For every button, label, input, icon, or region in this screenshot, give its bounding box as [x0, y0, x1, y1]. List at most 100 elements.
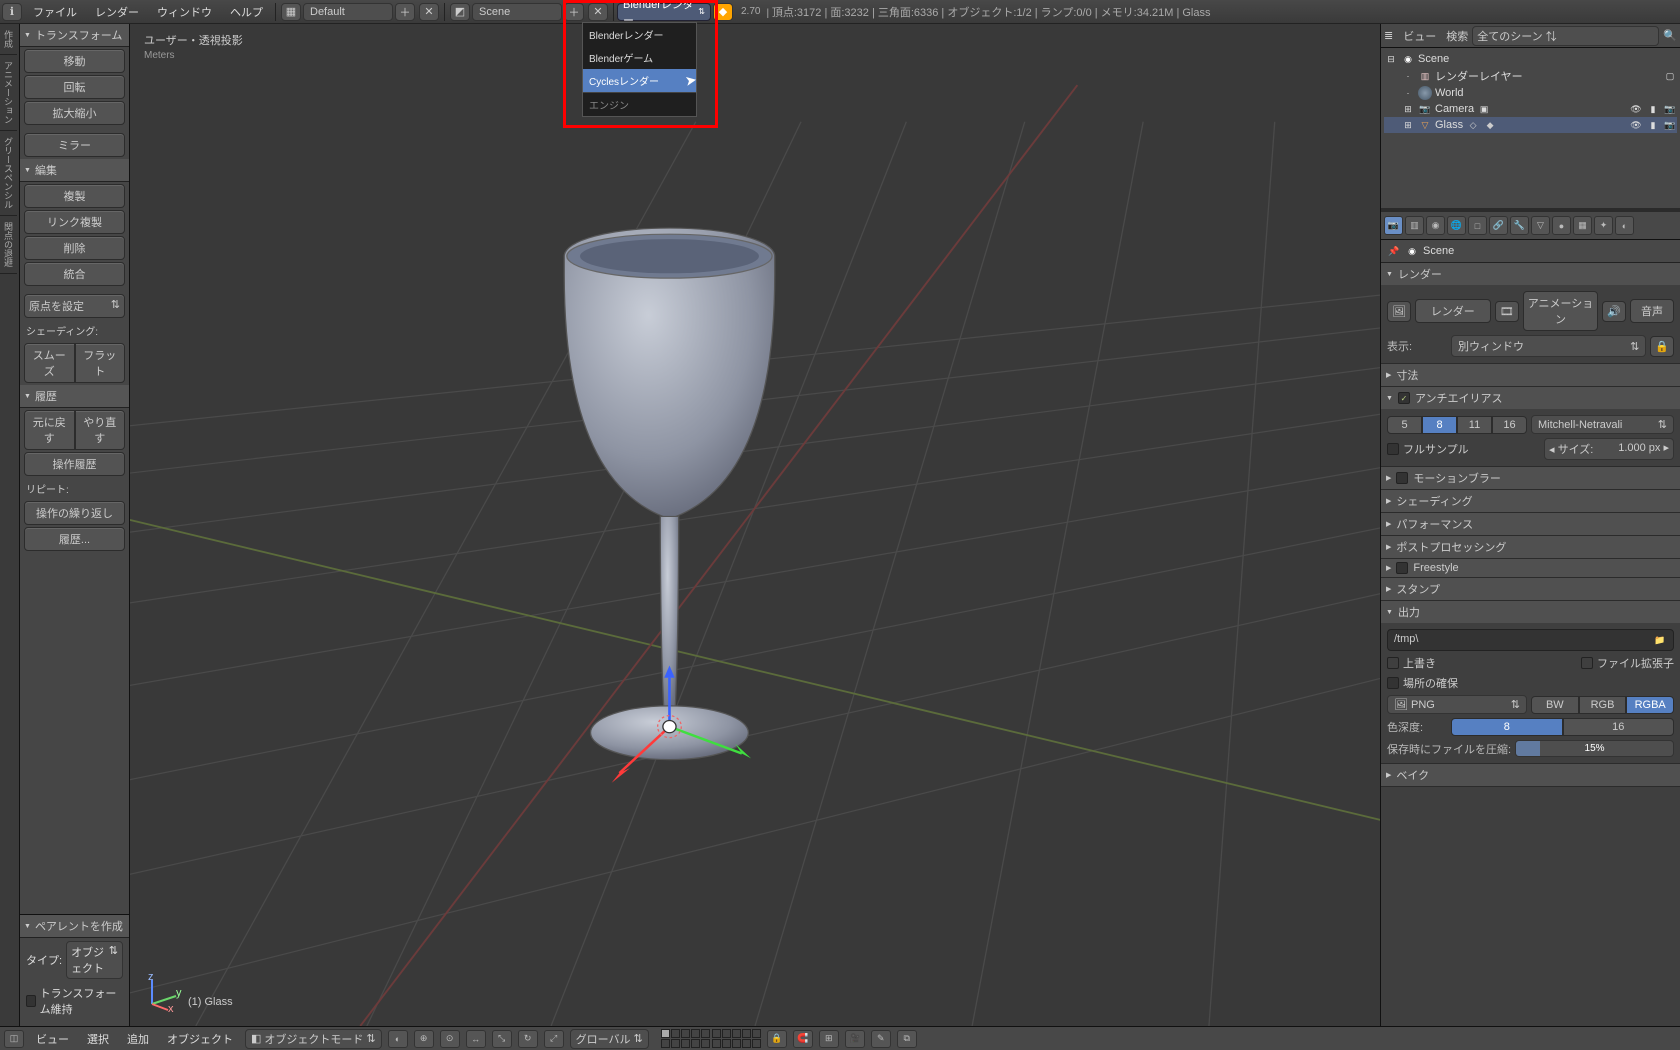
menu-window[interactable]: ウィンドウ — [148, 4, 221, 20]
layout-remove-icon[interactable]: ✕ — [419, 3, 439, 21]
rotate-button[interactable]: 回転 — [24, 75, 125, 99]
snap-icon[interactable]: 🧲 — [793, 1030, 813, 1048]
edit-panel-header[interactable]: ▼編集 — [20, 159, 129, 182]
filter-size-field[interactable]: ◂ サイズ:1.000 px ▸ — [1544, 438, 1674, 460]
post-panel-header[interactable]: ▶ポストプロセッシング — [1381, 536, 1680, 558]
tab-grease-pencil[interactable]: グリースペンシル — [0, 131, 17, 216]
shading-mode-icon[interactable]: ◐ — [388, 1030, 408, 1048]
freestyle-checkbox[interactable] — [1396, 562, 1408, 574]
manipulator-translate-icon[interactable]: ⤡ — [492, 1030, 512, 1048]
cursor-icon[interactable]: ▮ — [1646, 118, 1660, 132]
lock-ui-icon[interactable]: 🔒 — [1650, 336, 1674, 357]
copy-icon[interactable]: ⧉ — [897, 1030, 917, 1048]
tab-relations[interactable]: 関点の退避 — [0, 216, 17, 274]
aa-filter-dropdown[interactable]: Mitchell-Netravali⇅ — [1531, 415, 1674, 434]
select-menu[interactable]: 選択 — [81, 1031, 115, 1047]
render-anim-icon[interactable]: 🎞 — [1495, 301, 1519, 322]
outliner-tree[interactable]: ⊟◉Scene ·▥レンダーレイヤー▢ ·World ⊞📷Camera▣👁▮📷 … — [1381, 48, 1680, 208]
world-node[interactable]: World — [1435, 87, 1464, 99]
outliner-view-menu[interactable]: ビュー — [1397, 28, 1442, 44]
transform-panel-header[interactable]: ▼トランスフォーム — [20, 24, 129, 47]
compression-slider[interactable]: 15% — [1515, 740, 1674, 757]
move-button[interactable]: 移動 — [24, 49, 125, 73]
depth-16-button[interactable]: 16 — [1563, 718, 1675, 736]
layout-name-field[interactable]: Default — [303, 3, 393, 21]
parent-type-dropdown[interactable]: オブジェクト⇅ — [66, 941, 123, 979]
3dview-editor-icon[interactable]: ◫ — [4, 1030, 24, 1048]
fullsample-checkbox[interactable] — [1387, 443, 1399, 455]
texture-tab-icon[interactable]: ▦ — [1573, 216, 1592, 235]
color-bw-button[interactable]: BW — [1531, 696, 1579, 714]
aa-11-button[interactable]: 11 — [1457, 416, 1492, 434]
output-panel-header[interactable]: ▼出力 — [1381, 601, 1680, 623]
antialias-panel-header[interactable]: ▼アンチエイリアス — [1381, 387, 1680, 409]
disclosure-icon[interactable]: · — [1401, 69, 1415, 83]
aa-5-button[interactable]: 5 — [1387, 416, 1422, 434]
display-dropdown[interactable]: 別ウィンドウ⇅ — [1451, 335, 1646, 357]
menu-render[interactable]: レンダー — [86, 4, 148, 20]
duplicate-linked-button[interactable]: リンク複製 — [24, 210, 125, 234]
scale-button[interactable]: 拡大縮小 — [24, 101, 125, 125]
outliner-editor-icon[interactable]: ≣ — [1384, 29, 1393, 42]
cursor-icon[interactable]: ▮ — [1646, 102, 1660, 116]
disclosure-icon[interactable]: ⊞ — [1401, 102, 1415, 116]
duplicate-button[interactable]: 複製 — [24, 184, 125, 208]
undo-history-button[interactable]: 操作履歴 — [24, 452, 125, 476]
layout-browse-icon[interactable]: ▦ — [281, 3, 301, 21]
render-engine-dropdown[interactable]: Blenderレンダー ⇅ — [617, 3, 711, 21]
constraints-tab-icon[interactable]: 🔗 — [1489, 216, 1508, 235]
outliner-filter-dropdown[interactable]: 全てのシーン ⇅ — [1472, 26, 1659, 46]
3d-viewport[interactable]: ユーザー・透視投影 Meters (1) Glass z y x — [130, 24, 1380, 1026]
renderlayers-tab-icon[interactable]: ▥ — [1405, 216, 1424, 235]
gpencil-icon[interactable]: ✎ — [871, 1030, 891, 1048]
object-tab-icon[interactable]: □ — [1468, 216, 1487, 235]
pin-icon[interactable]: 📌 — [1387, 244, 1401, 258]
render-audio-button[interactable]: 音声 — [1630, 299, 1674, 323]
orientation-dropdown[interactable]: グローバル ⇅ — [570, 1029, 649, 1049]
shade-smooth-button[interactable]: スムーズ — [24, 343, 75, 383]
manipulator-icon[interactable]: ↔ — [466, 1030, 486, 1048]
pivot-align-icon[interactable]: ⊙ — [440, 1030, 460, 1048]
particles-tab-icon[interactable]: ✦ — [1594, 216, 1613, 235]
world-tab-icon[interactable]: 🌐 — [1447, 216, 1466, 235]
engine-option-blender-render[interactable]: Blenderレンダー — [583, 23, 696, 46]
menu-help[interactable]: ヘルプ — [221, 4, 272, 20]
menu-file[interactable]: ファイル — [24, 4, 86, 20]
modifiers-tab-icon[interactable]: 🔧 — [1510, 216, 1529, 235]
scene-browse-icon[interactable]: ◩ — [450, 3, 470, 21]
data-tab-icon[interactable]: ▽ — [1531, 216, 1550, 235]
set-origin-dropdown[interactable]: 原点を設定⇅ — [24, 294, 125, 318]
file-format-dropdown[interactable]: 🖼 PNG⇅ — [1387, 695, 1527, 714]
freestyle-panel-header[interactable]: ▶Freestyle — [1381, 559, 1680, 577]
audio-icon[interactable]: 🔊 — [1602, 301, 1626, 322]
camera-node[interactable]: Camera — [1435, 103, 1474, 115]
engine-option-blender-game[interactable]: Blenderゲーム — [583, 46, 696, 69]
tab-create[interactable]: 作成 — [0, 24, 17, 55]
render-vis-icon[interactable]: 📷 — [1663, 102, 1677, 116]
scene-tab-icon[interactable]: ◉ — [1426, 216, 1445, 235]
mode-dropdown[interactable]: ◧ オブジェクトモード ⇅ — [245, 1029, 382, 1049]
color-rgb-button[interactable]: RGB — [1579, 696, 1627, 714]
file-ext-checkbox[interactable] — [1581, 657, 1593, 669]
folder-icon[interactable]: 📁 — [1653, 633, 1667, 647]
join-button[interactable]: 統合 — [24, 262, 125, 286]
dimensions-panel-header[interactable]: ▶寸法 — [1381, 364, 1680, 386]
delete-button[interactable]: 削除 — [24, 236, 125, 260]
renderlayer-icon[interactable]: ▢ — [1663, 69, 1677, 83]
lock-camera-icon[interactable]: 🔒 — [767, 1030, 787, 1048]
manipulator-scale-icon[interactable]: ⤢ — [544, 1030, 564, 1048]
aa-16-button[interactable]: 16 — [1492, 416, 1527, 434]
snap-target-icon[interactable]: ⊞ — [819, 1030, 839, 1048]
tab-animation[interactable]: アニメーション — [0, 55, 17, 131]
keep-transform-checkbox[interactable] — [26, 995, 36, 1007]
physics-tab-icon[interactable]: ◐ — [1615, 216, 1634, 235]
info-editor-icon[interactable]: ℹ — [2, 3, 22, 21]
scene-add-icon[interactable]: ＋ — [564, 3, 584, 21]
scene-name-field[interactable]: Scene — [472, 3, 562, 21]
object-menu[interactable]: オブジェクト — [161, 1031, 239, 1047]
placeholders-checkbox[interactable] — [1387, 677, 1399, 689]
performance-panel-header[interactable]: ▶パフォーマンス — [1381, 513, 1680, 535]
shading-panel-header[interactable]: ▶シェーディング — [1381, 490, 1680, 512]
add-menu[interactable]: 追加 — [121, 1031, 155, 1047]
disclosure-icon[interactable]: ⊟ — [1384, 52, 1398, 66]
